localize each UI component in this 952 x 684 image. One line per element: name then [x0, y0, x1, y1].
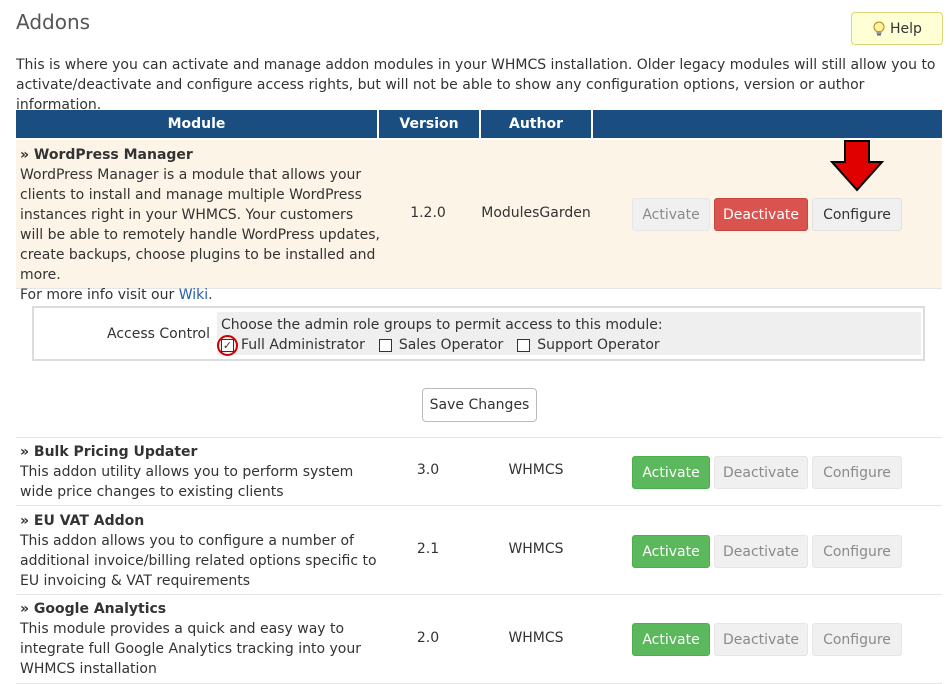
access-control-label: Access Control: [107, 325, 210, 342]
save-changes-button[interactable]: Save Changes: [422, 388, 537, 422]
module-cell: » Google Analytics This module provides …: [20, 599, 380, 679]
module-version: 2.1: [416, 541, 440, 557]
role-label: Support Operator: [537, 337, 660, 353]
table-row: » EU VAT Addon This addon allows you to …: [16, 507, 942, 595]
support-operator-checkbox[interactable]: [517, 338, 531, 352]
role-label: Full Administrator: [241, 337, 365, 353]
sales-operator-checkbox[interactable]: [378, 338, 392, 352]
module-name: » WordPress Manager: [20, 147, 193, 163]
module-cell: » EU VAT Addon This addon allows you to …: [20, 511, 380, 591]
module-name: » Bulk Pricing Updater: [20, 444, 198, 460]
module-author: WHMCS: [508, 462, 564, 478]
module-description: This module provides a quick and easy wa…: [20, 621, 361, 677]
activate-button[interactable]: Activate: [632, 456, 710, 489]
table-header: Module Version Author: [16, 110, 942, 138]
header-actions: [593, 110, 942, 138]
header-author: Author: [481, 110, 591, 138]
activate-button[interactable]: Activate: [632, 535, 710, 568]
module-cell: » Bulk Pricing Updater This addon utilit…: [20, 442, 380, 502]
deactivate-button[interactable]: Deactivate: [714, 456, 808, 489]
configure-button[interactable]: Configure: [812, 456, 902, 489]
table-row: » Bulk Pricing Updater This addon utilit…: [16, 437, 942, 506]
header-module: Module: [16, 110, 377, 138]
lightbulb-icon: [872, 21, 886, 37]
module-author: ModulesGarden: [481, 205, 591, 221]
table-row: » WordPress Manager WordPress Manager is…: [16, 140, 942, 303]
configure-button[interactable]: Configure: [812, 623, 902, 656]
module-version: 3.0: [416, 462, 440, 478]
addons-table: Module Version Author: [16, 110, 942, 138]
help-button[interactable]: Help: [851, 12, 943, 45]
module-description: WordPress Manager is a module that allow…: [20, 167, 380, 283]
module-description: This addon utility allows you to perform…: [20, 464, 354, 500]
activate-button[interactable]: Activate: [632, 623, 710, 656]
deactivate-button[interactable]: Deactivate: [714, 623, 808, 656]
module-author: WHMCS: [508, 630, 564, 646]
configure-button[interactable]: Configure: [812, 535, 902, 568]
help-label: Help: [890, 20, 922, 37]
deactivate-button[interactable]: Deactivate: [714, 535, 808, 568]
role-full-administrator: ✓ Full Administrator: [217, 334, 365, 356]
access-control-field: Choose the admin role groups to permit a…: [217, 312, 921, 356]
access-control-prompt: Choose the admin role groups to permit a…: [221, 317, 663, 333]
module-version: 2.0: [416, 630, 440, 646]
more-info-prefix: For more info visit our: [20, 287, 179, 303]
page-title: Addons: [16, 10, 91, 34]
role-checkbox-group: ✓ Full Administrator Sales Operator Supp…: [217, 334, 917, 356]
header-version: Version: [379, 110, 479, 138]
activate-button[interactable]: Activate: [632, 198, 710, 231]
module-version: 1.2.0: [410, 205, 446, 221]
wiki-link[interactable]: Wiki: [179, 287, 208, 303]
role-label: Sales Operator: [398, 337, 504, 353]
highlight-circle-icon: [217, 334, 238, 356]
role-support-operator: Support Operator: [517, 335, 660, 355]
more-info-suffix: .: [208, 287, 213, 303]
role-sales-operator: Sales Operator: [378, 335, 504, 355]
full-administrator-checkbox[interactable]: ✓: [217, 334, 238, 356]
module-author: WHMCS: [508, 541, 564, 557]
module-cell: » WordPress Manager WordPress Manager is…: [20, 145, 380, 305]
down-arrow-icon: [829, 140, 885, 196]
module-name: » EU VAT Addon: [20, 513, 145, 529]
module-description: This addon allows you to configure a num…: [20, 533, 377, 589]
deactivate-button[interactable]: Deactivate: [714, 198, 808, 231]
configure-button[interactable]: Configure: [812, 198, 902, 231]
intro-text: This is where you can activate and manag…: [16, 57, 936, 113]
table-row: » Google Analytics This module provides …: [16, 596, 942, 684]
access-control-panel: Access Control Choose the admin role gro…: [32, 306, 925, 361]
module-more-info: For more info visit our Wiki.: [20, 285, 380, 305]
module-name: » Google Analytics: [20, 601, 167, 617]
